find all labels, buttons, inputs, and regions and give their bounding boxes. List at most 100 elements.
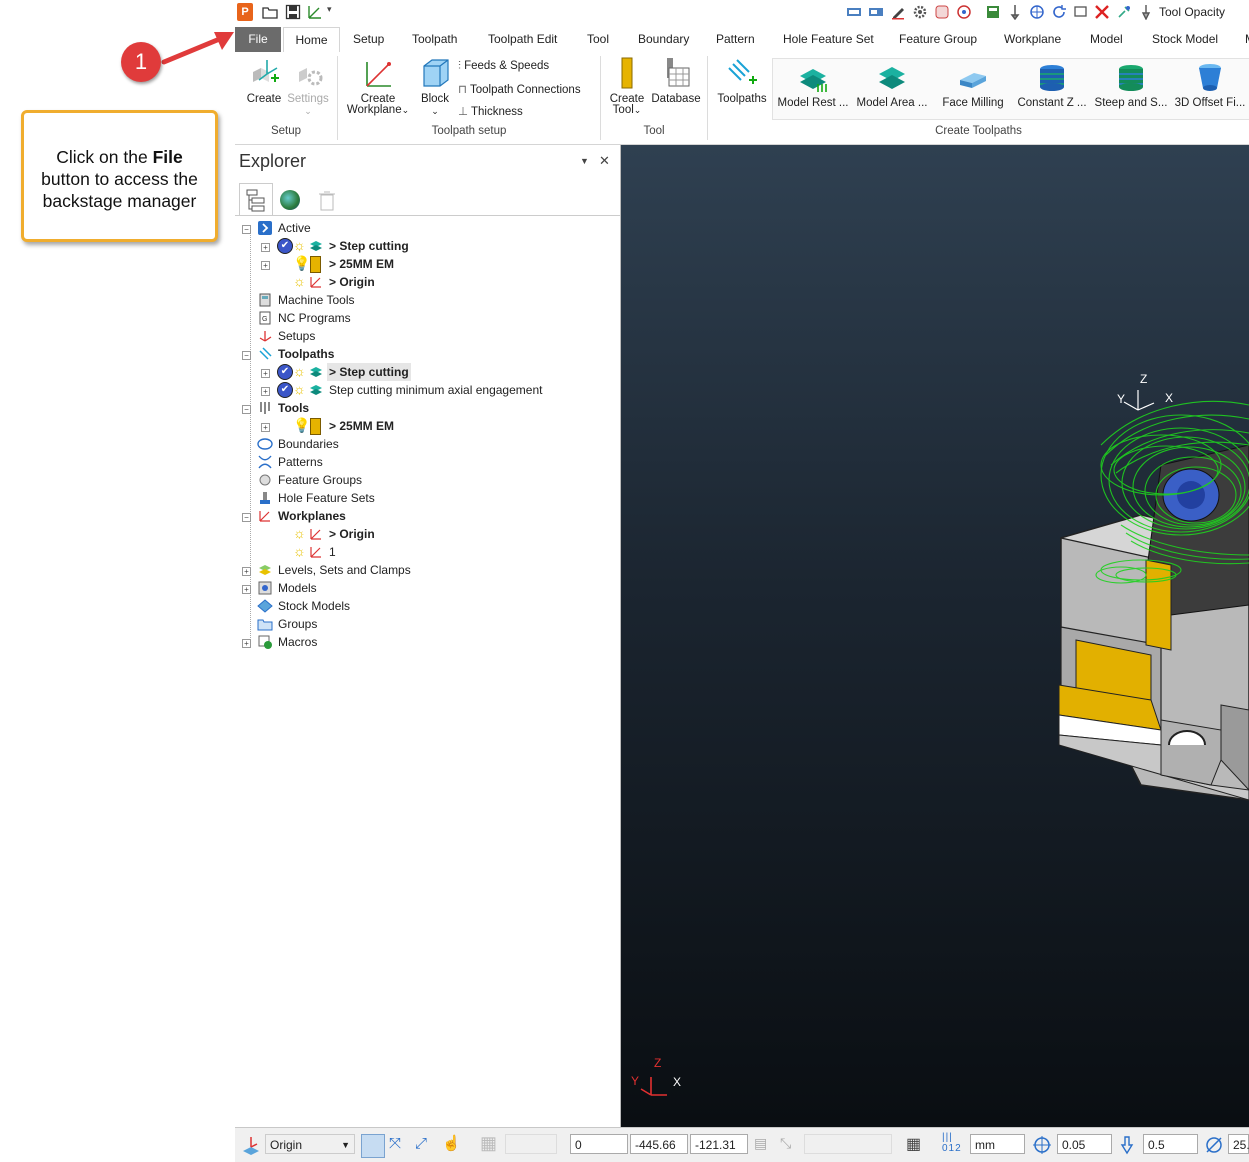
tab-toolpath-edit[interactable]: Toolpath Edit [488,27,557,52]
chevron-down-icon[interactable]: ▾ [327,4,343,20]
toolpaths-button[interactable]: Toolpaths [713,56,771,105]
tab-home[interactable]: Home [283,27,340,54]
save-icon[interactable] [285,4,301,20]
units-field[interactable]: mm [970,1134,1025,1154]
tree-item-stock-models[interactable]: Stock Models [278,597,350,615]
expand-toggle[interactable]: + [242,567,251,576]
collapse-toggle[interactable]: − [242,405,251,414]
coord-z-field[interactable]: -121.31 [690,1134,748,1154]
globe-icon[interactable] [280,190,300,210]
tree-item-macros[interactable]: Macros [278,633,317,651]
tree-item-workplane-1[interactable]: 1 [329,543,336,561]
tree-item-groups[interactable]: Groups [278,615,317,633]
tree-view-tab[interactable] [239,183,273,216]
block-button[interactable]: Block ⌄ [417,56,453,117]
expand-toggle[interactable]: + [261,243,270,252]
shield-settings-icon[interactable] [934,4,950,20]
toolpath-sparkle-icon[interactable] [1116,4,1132,20]
tab-toolpath[interactable]: Toolpath [412,27,457,52]
expand-toggle[interactable]: + [261,369,270,378]
pointer-icon[interactable]: ☝ [442,1134,461,1152]
coord-y-field[interactable]: -445.66 [630,1134,688,1154]
tree-item-patterns[interactable]: Patterns [278,453,323,471]
tolerance-field[interactable]: 0.05 [1057,1134,1112,1154]
tree-item-models[interactable]: Models [278,579,317,597]
gear-icon[interactable] [912,4,928,20]
tree-item-toolpath-step-cutting[interactable]: > Step cutting [327,363,411,381]
dropdown-arrow-icon[interactable]: ▼ [580,156,589,166]
create-workplane-button[interactable]: Create Workplane⌄ [343,56,413,116]
tab-setup[interactable]: Setup [353,27,384,52]
tree-item-levels[interactable]: Levels, Sets and Clamps [278,561,411,579]
face-milling-button[interactable]: Face Milling [935,62,1011,109]
thickness-field[interactable]: 0.5 [1143,1134,1198,1154]
tree-item-hole-feature-sets[interactable]: Hole Feature Sets [278,489,375,507]
thickness-button[interactable]: ⊥ Thickness [458,104,523,118]
tool-opacity-icon[interactable] [1138,4,1154,20]
expand-toggle[interactable]: + [261,261,270,270]
tree-item-setups[interactable]: Setups [278,327,315,345]
tool-opacity-label[interactable]: Tool Opacity [1159,5,1225,21]
tree-item-toolpaths[interactable]: Toolpaths [278,345,334,363]
collapse-toggle[interactable]: − [242,351,251,360]
model-area-button[interactable]: Model Area ... [854,62,930,109]
tree-item-active[interactable]: Active [278,219,311,237]
tree-item-active-toolpath[interactable]: > Step cutting [329,237,409,255]
tab-workplane[interactable]: Workplane [1004,27,1061,52]
calculator-icon[interactable] [985,4,1001,20]
snap-list-icon[interactable]: ▤ [754,1135,767,1152]
close-icon[interactable]: ✕ [599,153,610,169]
open-folder-icon[interactable] [262,4,278,20]
tab-more[interactable]: M [1245,27,1249,52]
tab-boundary[interactable]: Boundary [638,27,689,52]
collapse-toggle[interactable]: − [242,513,251,522]
tab-file[interactable]: File [235,27,281,52]
snap-toggle-icon[interactable] [361,1134,385,1158]
tree-item-workplane-origin[interactable]: > Origin [329,525,375,543]
target-icon[interactable] [956,4,972,20]
trash-icon[interactable] [318,190,336,212]
extra-field[interactable]: 25. [1228,1134,1249,1154]
tree-item-toolpath-step-cutting-min[interactable]: Step cutting minimum axial engagement [329,381,542,399]
collapse-toggle[interactable]: − [242,225,251,234]
workplane-quick-icon[interactable] [307,4,323,20]
tree-item-active-workplane[interactable]: > Origin [329,273,375,291]
constant-z-button[interactable]: Constant Z ... [1014,62,1090,109]
tree-item-workplanes[interactable]: Workplanes [278,507,346,525]
workplane-status-icon[interactable] [241,1135,261,1155]
expand-toggle[interactable]: + [261,387,270,396]
tab-model[interactable]: Model [1090,27,1123,52]
crosshair-icon[interactable] [1029,4,1045,20]
tree-item-boundaries[interactable]: Boundaries [278,435,339,453]
grid-icon[interactable]: ▦ [480,1133,497,1154]
close-red-icon[interactable] [1094,4,1110,20]
view-toggle-icon[interactable] [846,4,862,20]
steep-shallow-button[interactable]: Steep and S... [1093,62,1169,109]
rotate-icon[interactable] [1051,4,1067,20]
toolpath-connections-button[interactable]: ⊓ Toolpath Connections [458,82,581,96]
offset-3d-button[interactable]: 3D Offset Fi... [1172,62,1248,109]
database-button[interactable]: Database [649,56,703,105]
view-toggle-2-icon[interactable] [868,4,884,20]
tab-pattern[interactable]: Pattern [716,27,755,52]
tree-item-tools[interactable]: Tools [278,399,309,417]
plane-snap-icon[interactable]: ⤢ [415,1135,427,1152]
tree-item-machine-tools[interactable]: Machine Tools [278,291,355,309]
tab-tool[interactable]: Tool [587,27,609,52]
feeds-speeds-button[interactable]: ⫶ Feeds & Speeds [458,60,549,73]
expand-toggle[interactable]: + [242,639,251,648]
measure-icon[interactable]: ⤡ [780,1135,791,1152]
tree-item-tool-25mm[interactable]: > 25MM EM [329,417,394,435]
model-rest-button[interactable]: Model Rest ... [775,62,851,109]
edit-pen-icon[interactable] [890,4,906,20]
window-icon[interactable] [1073,4,1089,20]
expand-toggle[interactable]: + [242,585,251,594]
create-tool-button[interactable]: Create Tool⌄ [607,56,647,116]
tab-stock-model[interactable]: Stock Model [1152,27,1218,52]
probe-icon[interactable] [1007,4,1023,20]
calculator-icon[interactable]: ▦ [906,1134,921,1154]
tree-item-feature-groups[interactable]: Feature Groups [278,471,362,489]
tree-item-nc-programs[interactable]: NC Programs [278,309,351,327]
tab-hole-feature-set[interactable]: Hole Feature Set [783,27,874,52]
expand-toggle[interactable]: + [261,423,270,432]
